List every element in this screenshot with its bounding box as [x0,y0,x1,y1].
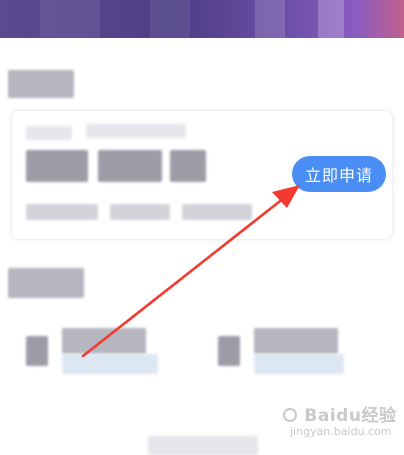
section-title [8,268,84,298]
card-label [86,124,186,138]
bottom-bar [148,436,258,455]
banner-pixel-block [40,0,100,38]
top-banner[interactable] [0,0,404,38]
baidu-jingyan-watermark: Baidu经验 [282,401,396,426]
item-icon [26,336,48,366]
card-amount [26,150,88,182]
watermark-brand: Baidu经验 [304,406,397,426]
item-sublabel [62,354,158,374]
apply-now-button[interactable]: 立即申请 [292,156,386,192]
card-subtext [26,204,98,220]
banner-pixel-block [318,0,344,38]
section-title [8,70,74,98]
card-subtext [110,204,170,220]
item-label[interactable] [254,328,338,354]
item-label[interactable] [62,328,146,354]
watermark-url: jingyan.baidu.com [290,425,392,438]
item-icon [218,336,240,366]
card-amount [98,150,162,182]
card-subtext [182,204,252,220]
card-amount [170,150,206,182]
card-label [26,126,72,140]
paw-icon [283,408,297,422]
item-sublabel [254,354,344,374]
banner-pixel-block [255,0,285,38]
banner-pixel-block [150,0,190,38]
